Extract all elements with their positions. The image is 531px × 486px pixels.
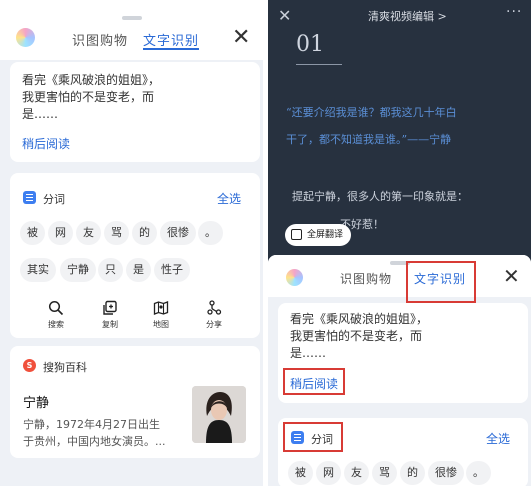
highlight-box-read-later xyxy=(283,368,345,395)
word-chip[interactable]: 网 xyxy=(316,461,341,485)
select-all-button[interactable]: 全选 xyxy=(217,190,241,207)
word-chip[interactable]: 被 xyxy=(20,221,45,245)
tab-text-recognition[interactable]: 文字识别 xyxy=(143,30,199,49)
video-close-icon[interactable]: ✕ xyxy=(278,6,291,25)
word-chip[interactable]: 只 xyxy=(98,258,123,282)
read-later-link[interactable]: 稍后阅读 xyxy=(22,135,70,152)
word-chip[interactable]: 。 xyxy=(466,461,491,485)
close-icon[interactable]: ✕ xyxy=(503,266,520,286)
share-icon xyxy=(207,300,222,315)
app-logo-icon xyxy=(16,28,35,47)
right-screen: ✕ 清爽视频编辑 > ··· 01 “还要介绍我是谁？都我这几十年白 干了，都不… xyxy=(268,0,531,486)
map-action[interactable]: 地图 xyxy=(141,300,181,330)
app-logo-icon xyxy=(286,269,303,286)
sheet-top-bar: 识图购物 文字识别 ✕ xyxy=(268,255,531,303)
share-action[interactable]: 分享 xyxy=(194,300,234,330)
copy-icon xyxy=(103,300,117,315)
sogou-baike-icon: S xyxy=(23,359,36,372)
select-all-button[interactable]: 全选 xyxy=(486,430,510,447)
baike-title: 搜狗百科 xyxy=(43,361,87,374)
map-action-label: 地图 xyxy=(153,320,169,329)
fullscreen-translate-label: 全屏翻译 xyxy=(307,230,344,240)
active-tab-indicator xyxy=(143,48,199,50)
tab-image-shopping[interactable]: 识图购物 xyxy=(72,30,128,49)
search-icon xyxy=(48,300,64,316)
video-quote-line: “还要介绍我是谁？都我这几十年白 xyxy=(286,106,457,119)
ocr-line: 是…… xyxy=(290,346,327,360)
close-icon[interactable]: ✕ xyxy=(232,27,250,49)
word-chip[interactable]: 。 xyxy=(198,221,223,245)
segment-title: 分词 xyxy=(43,193,65,206)
video-section-number: 01 xyxy=(296,32,324,57)
word-chip[interactable]: 的 xyxy=(132,221,157,245)
word-chip[interactable]: 性子 xyxy=(154,258,190,282)
copy-action-label: 复制 xyxy=(102,320,118,329)
word-chip[interactable]: 骂 xyxy=(372,461,397,485)
word-chip[interactable]: 很惨 xyxy=(428,461,464,485)
word-chip[interactable]: 宁静 xyxy=(60,258,96,282)
translate-icon xyxy=(291,229,302,240)
ocr-result-card: 看完《乘风破浪的姐姐》， 我更害怕的不是变老，而 是…… 稍后阅读 xyxy=(278,303,528,403)
ocr-result-card: 看完《乘风破浪的姐姐》， 我更害怕的不是变老，而 是…… 稍后阅读 xyxy=(10,62,260,162)
search-action-label: 搜索 xyxy=(48,320,64,329)
divider xyxy=(296,64,342,65)
baike-entry-name: 宁静 xyxy=(23,396,50,411)
word-chip[interactable]: 网 xyxy=(48,221,73,245)
segment-card: 分词 全选 被 网 友 骂 的 很惨 。 其实 宁静 只 是 性子 搜索 复制 … xyxy=(10,173,260,338)
map-icon xyxy=(153,301,169,315)
ocr-line: 我更害怕的不是变老，而 xyxy=(290,329,423,343)
ocr-line: 看完《乘风破浪的姐姐》， xyxy=(22,73,161,87)
segment-card: 分词 全选 被 网 友 骂 的 很惨 。 xyxy=(278,418,528,486)
top-bar: 识图购物 文字识别 ✕ xyxy=(0,0,263,60)
tab-image-shopping[interactable]: 识图购物 xyxy=(340,270,392,287)
recognition-sheet: 识图购物 文字识别 ✕ 看完《乘风破浪的姐姐》， 我更害怕的不是变老，而 是……… xyxy=(268,255,531,486)
segment-icon xyxy=(23,191,36,204)
video-quote-line: 干了，都不知道我是谁。”——宁静 xyxy=(286,133,452,146)
share-action-label: 分享 xyxy=(206,320,222,329)
word-chip[interactable]: 是 xyxy=(126,258,151,282)
highlight-box-tab xyxy=(406,261,476,303)
baike-entry-desc: 于贵州，中国内地女演员。... xyxy=(23,435,166,448)
ocr-line: 是…… xyxy=(22,107,59,121)
word-chip[interactable]: 很惨 xyxy=(160,221,196,245)
search-action[interactable]: 搜索 xyxy=(36,300,76,330)
portrait-photo xyxy=(192,386,246,443)
ocr-line: 看完《乘风破浪的姐姐》， xyxy=(290,312,429,326)
drag-handle[interactable] xyxy=(122,16,142,20)
word-chip[interactable]: 骂 xyxy=(104,221,129,245)
highlight-box-segment xyxy=(283,422,343,452)
baike-entry-desc: 宁静，1972年4月27日出生 xyxy=(23,418,160,431)
baike-card[interactable]: S 搜狗百科 宁静 宁静，1972年4月27日出生 于贵州，中国内地女演员。..… xyxy=(10,346,260,458)
more-icon[interactable]: ··· xyxy=(506,4,522,20)
word-chip[interactable]: 的 xyxy=(400,461,425,485)
word-chip[interactable]: 其实 xyxy=(20,258,56,282)
word-chip[interactable]: 友 xyxy=(344,461,369,485)
left-screen: 识图购物 文字识别 ✕ 看完《乘风破浪的姐姐》， 我更害怕的不是变老，而 是……… xyxy=(0,0,263,486)
word-chip[interactable]: 友 xyxy=(76,221,101,245)
word-chip[interactable]: 被 xyxy=(288,461,313,485)
fullscreen-translate-button[interactable]: 全屏翻译 xyxy=(285,224,352,246)
video-app-title[interactable]: 清爽视频编辑 > xyxy=(368,8,447,24)
video-body-line: 提起宁静，很多人的第一印象就是： xyxy=(292,190,468,203)
copy-action[interactable]: 复制 xyxy=(90,300,130,330)
ocr-line: 我更害怕的不是变老，而 xyxy=(22,90,155,104)
